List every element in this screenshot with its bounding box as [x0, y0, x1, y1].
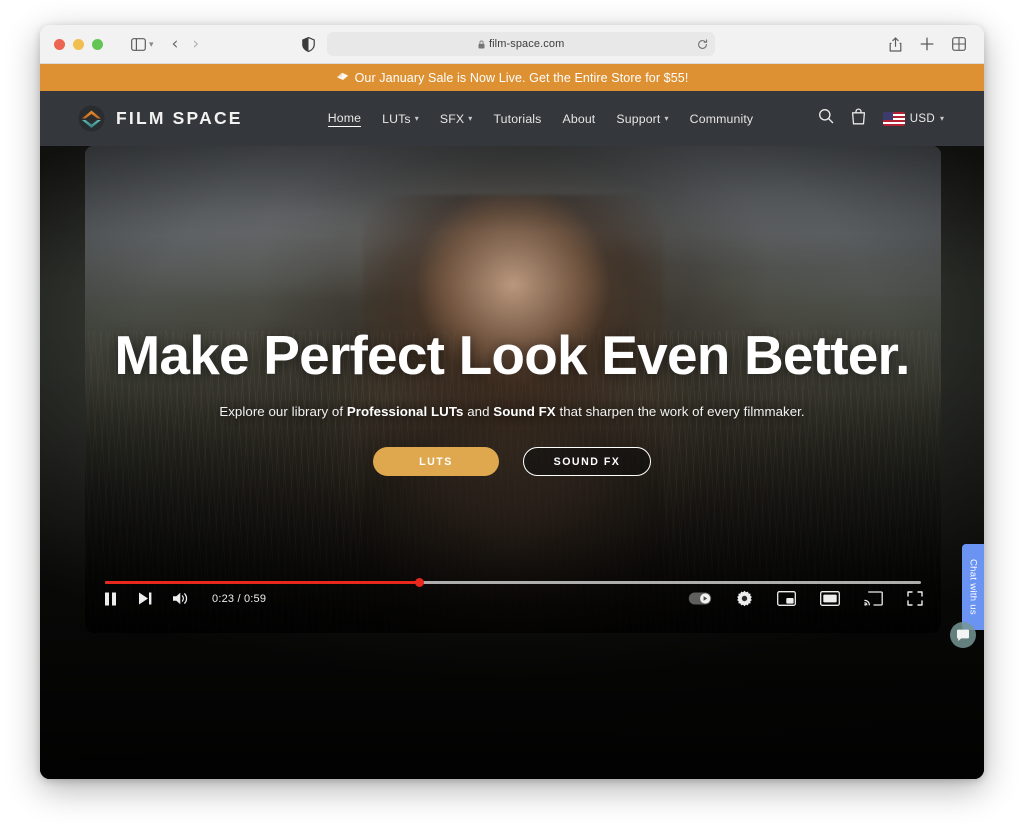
- next-track-icon[interactable]: [137, 591, 153, 606]
- progress-bar[interactable]: [105, 578, 921, 587]
- autoplay-toggle-icon[interactable]: [688, 591, 712, 606]
- us-flag-icon: [882, 111, 905, 126]
- browser-window: ▾ ‹ › film-space.com Our January Sale is…: [40, 25, 984, 779]
- currency-label: USD: [909, 112, 935, 125]
- shopping-bag-icon[interactable]: [851, 107, 866, 130]
- brand-name: FILM SPACE: [116, 108, 243, 128]
- announcement-bar[interactable]: Our January Sale is Now Live. Get the En…: [40, 64, 984, 91]
- film-space-logo-icon: [78, 105, 105, 132]
- address-text: film-space.com: [488, 38, 565, 50]
- chat-tab-label: Chat with us: [967, 559, 979, 615]
- search-icon[interactable]: [818, 108, 834, 129]
- controls-left-group: 0:23 / 0:59: [103, 591, 266, 607]
- nav-item-support[interactable]: Support ▾: [616, 112, 668, 126]
- sound-fx-button[interactable]: SOUND FX: [523, 447, 651, 476]
- announcement-text: Our January Sale is Now Live. Get the En…: [354, 70, 689, 85]
- nav-item-luts[interactable]: LUTs ▾: [382, 112, 419, 126]
- nav-item-sfx[interactable]: SFX ▾: [440, 112, 473, 126]
- web-page: Our January Sale is Now Live. Get the En…: [40, 64, 984, 779]
- sidebar-icon[interactable]: [131, 37, 146, 51]
- currency-selector[interactable]: USD ▾: [882, 111, 944, 126]
- chat-widget: Chat with us: [950, 544, 984, 648]
- controls-row: 0:23 / 0:59: [103, 590, 923, 607]
- chevron-down-icon[interactable]: ▾: [149, 39, 154, 50]
- controls-right-group: [688, 590, 923, 607]
- main-navigation: Home LUTs ▾ SFX ▾ Tutorials About Suppor: [327, 110, 754, 127]
- browser-nav-group: ‹ ›: [172, 34, 200, 54]
- cast-icon[interactable]: [864, 591, 883, 606]
- tag-icon: [336, 72, 349, 84]
- progress-bar-fill: [105, 581, 420, 584]
- nav-item-community[interactable]: Community: [690, 112, 754, 126]
- nav-label: Home: [327, 110, 362, 125]
- brand-logo[interactable]: FILM SPACE: [78, 105, 243, 132]
- reload-icon[interactable]: [697, 37, 708, 55]
- toolbar-right-actions: [889, 36, 984, 52]
- close-window-button[interactable]: [54, 38, 65, 50]
- nav-item-tutorials[interactable]: Tutorials: [493, 112, 541, 126]
- chat-with-us-tab[interactable]: Chat with us: [962, 544, 984, 630]
- chat-bubble-icon[interactable]: [950, 622, 976, 648]
- forward-button[interactable]: ›: [192, 34, 199, 54]
- picture-in-picture-icon[interactable]: [777, 591, 796, 606]
- hero-copy: Make Perfect Look Even Better. Explore o…: [40, 328, 984, 476]
- luts-button[interactable]: LUTS: [373, 447, 499, 476]
- page-title: Make Perfect Look Even Better.: [114, 324, 910, 386]
- pause-icon[interactable]: [103, 591, 118, 607]
- hero-subtitle-part: that sharpen the work of every filmmaker…: [555, 404, 805, 419]
- browser-toolbar: ▾ ‹ › film-space.com: [40, 25, 984, 64]
- hero-subtitle-part: Explore our library of: [219, 404, 347, 419]
- chevron-down-icon: ▾: [664, 114, 669, 123]
- back-button[interactable]: ‹: [172, 34, 179, 54]
- lock-icon: [478, 40, 485, 49]
- sidebar-toggle-group[interactable]: ▾: [131, 37, 154, 51]
- nav-label: SFX: [439, 111, 465, 126]
- volume-icon[interactable]: [172, 591, 189, 606]
- privacy-shield-icon[interactable]: [302, 36, 315, 52]
- video-player-controls: 0:23 / 0:59: [85, 573, 941, 633]
- window-controls: [40, 38, 103, 50]
- new-tab-icon[interactable]: [920, 37, 934, 51]
- time-display: 0:23 / 0:59: [212, 592, 267, 605]
- nav-item-home[interactable]: Home: [327, 110, 362, 127]
- header-actions: USD ▾: [818, 107, 944, 130]
- nav-label: About: [562, 111, 596, 126]
- hero-subtitle: Explore our library of Professional LUTs…: [40, 404, 984, 419]
- gear-icon[interactable]: [736, 590, 753, 607]
- tab-overview-icon[interactable]: [952, 37, 966, 51]
- progress-bar-thumb[interactable]: [415, 578, 425, 587]
- chevron-down-icon: ▾: [939, 114, 944, 123]
- site-header: FILM SPACE Home LUTs ▾ SFX ▾ Tutorials A…: [40, 91, 984, 146]
- hero-cta-group: LUTS SOUND FX: [40, 447, 984, 476]
- nav-label: Community: [689, 111, 754, 126]
- nav-label: Support: [616, 111, 661, 126]
- theater-mode-icon[interactable]: [820, 591, 840, 606]
- chevron-down-icon: ▾: [468, 114, 473, 123]
- share-icon[interactable]: [889, 36, 902, 52]
- nav-label: LUTs: [382, 111, 411, 126]
- address-bar[interactable]: film-space.com: [327, 32, 716, 56]
- hero-subtitle-part: and: [463, 404, 494, 419]
- maximize-window-button[interactable]: [92, 38, 103, 50]
- nav-item-about[interactable]: About: [562, 112, 595, 126]
- hero-subtitle-bold-luts: Professional LUTs: [346, 404, 464, 419]
- fullscreen-icon[interactable]: [907, 591, 923, 606]
- nav-label: Tutorials: [493, 111, 542, 126]
- chevron-down-icon: ▾: [414, 114, 419, 123]
- hero-subtitle-bold-sfx: Sound FX: [493, 404, 556, 419]
- minimize-window-button[interactable]: [73, 38, 84, 50]
- hero-section: 0:23 / 0:59 Make Perfect Look Even Bette…: [40, 146, 984, 779]
